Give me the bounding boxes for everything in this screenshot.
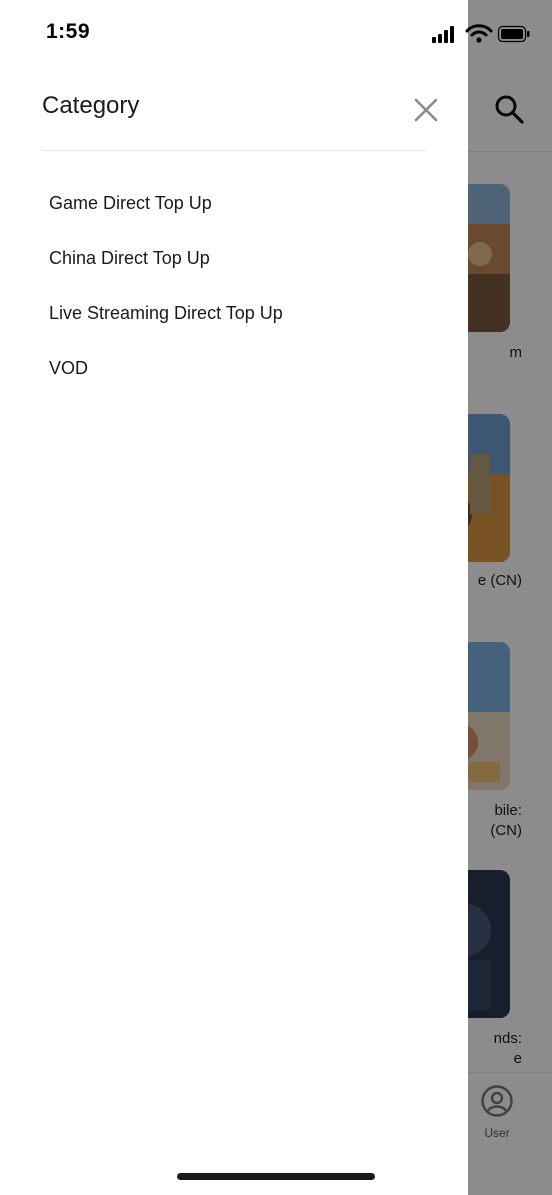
status-bar: 1:59: [0, 0, 552, 70]
wifi-icon: [465, 24, 493, 43]
home-indicator: [177, 1173, 375, 1180]
category-item-game-direct-top-up[interactable]: Game Direct Top Up: [49, 186, 449, 241]
status-icons: [432, 24, 532, 44]
battery-icon: [497, 25, 530, 43]
signal-icon: [432, 26, 454, 43]
close-button[interactable]: [408, 92, 444, 128]
divider: [42, 150, 426, 151]
drawer-title: Category: [42, 92, 140, 119]
category-item-china-direct-top-up[interactable]: China Direct Top Up: [49, 241, 449, 296]
category-list: Game Direct Top Up China Direct Top Up L…: [49, 186, 449, 406]
category-item-live-streaming-direct-top-up[interactable]: Live Streaming Direct Top Up: [49, 296, 449, 351]
category-drawer: Category Game Direct Top Up China Direct…: [0, 0, 468, 1195]
close-icon: [414, 98, 438, 122]
status-time: 1:59: [46, 20, 91, 43]
category-item-vod[interactable]: VOD: [49, 351, 449, 406]
